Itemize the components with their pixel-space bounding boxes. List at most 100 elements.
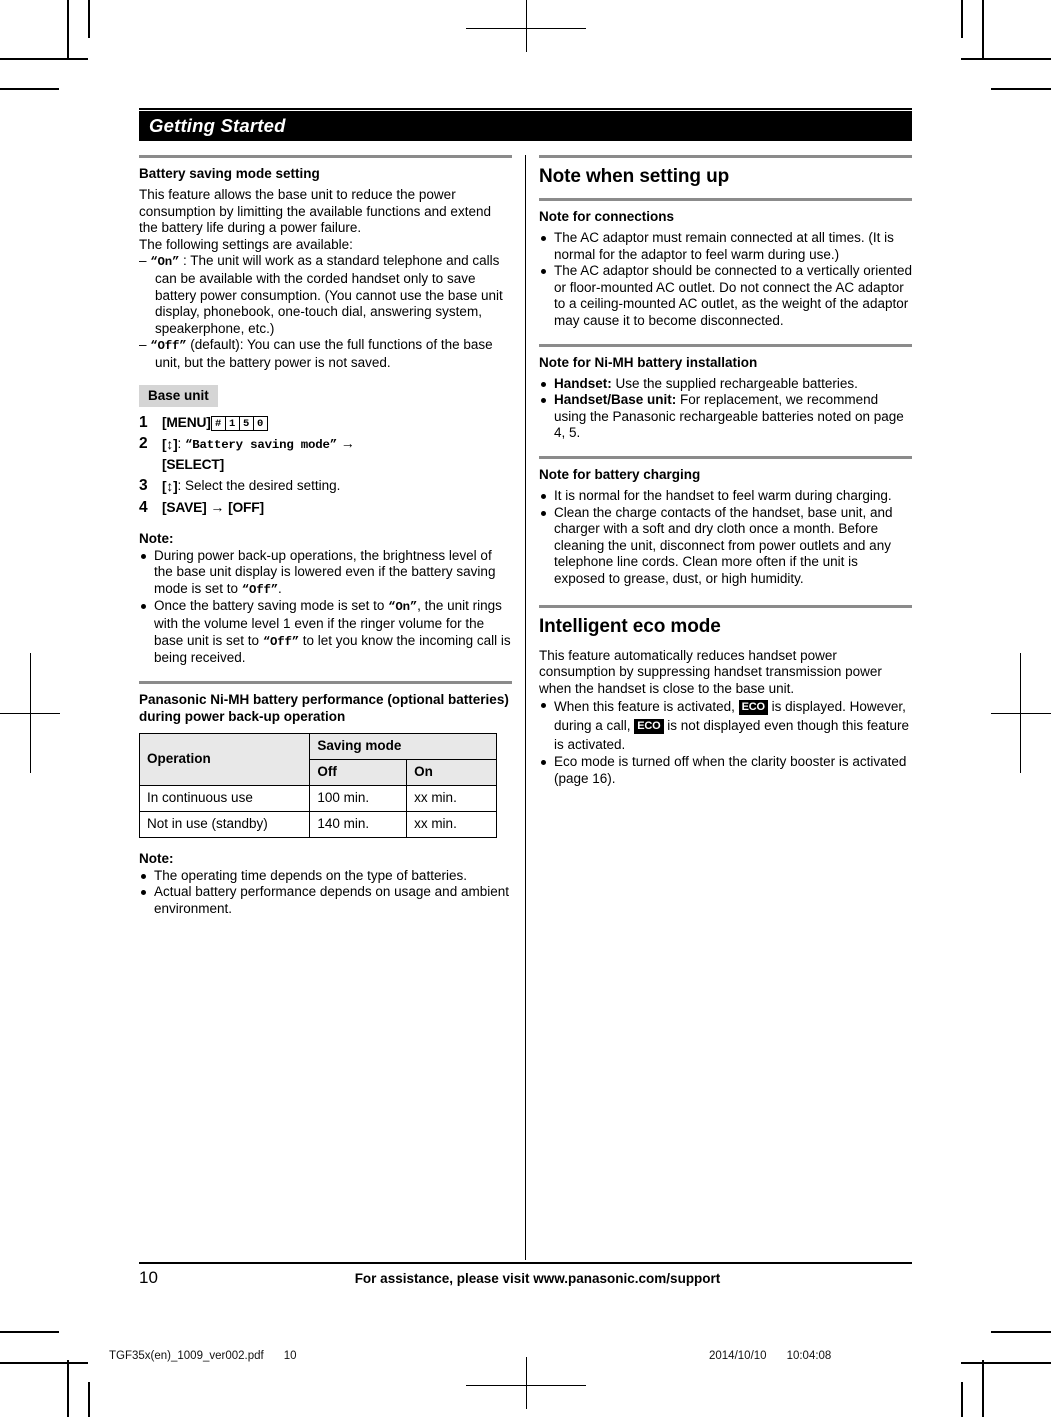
menu-key-label: [MENU] (162, 414, 211, 430)
cell-off-0: 100 min. (309, 784, 408, 812)
connections-notes-list: The AC adaptor must remain connected at … (539, 230, 912, 330)
chapter-top-rule (139, 108, 912, 110)
registration-mark-right (991, 653, 1051, 773)
charging-note-2-text: Clean the charge contacts of the handset… (554, 504, 893, 586)
bullet-dot-icon (541, 398, 546, 404)
crop-mark-bottom-left-vertical (67, 1360, 69, 1417)
select-key-label: [SELECT] (162, 456, 225, 472)
crop-mark-top-right-inner-horizontal (961, 58, 1051, 60)
right-section-rule (539, 155, 912, 158)
step-4-arrow-icon: → (210, 498, 225, 515)
cell-operation-0: In continuous use (138, 784, 311, 812)
base-unit-tag: Base unit (139, 384, 218, 407)
settings-options-list: – “On” : The unit will work as a standar… (139, 253, 512, 371)
step-2-number: 2 (139, 434, 148, 452)
option-on: – “On” : The unit will work as a standar… (139, 253, 512, 337)
charging-notes-list: It is normal for the handset to feel war… (539, 488, 912, 588)
eco-notes-list: When this feature is activated, ECO is d… (539, 697, 912, 787)
bullet-dot-icon (141, 873, 146, 879)
note-for-connections-heading: Note for connections (539, 209, 675, 224)
crop-mark-top-right-inner-vertical (961, 0, 963, 38)
option-dash: – (139, 253, 147, 269)
table-row: In continuous use 100 min. xx min. (138, 784, 497, 812)
bullet-dot-icon (141, 890, 146, 896)
note-1-item-1: During power back-up operations, the bri… (139, 548, 512, 599)
nimh-rule (539, 343, 912, 347)
note-2-1-text: The operating time depends on the type o… (154, 867, 467, 883)
eco-intro-paragraph: This feature automatically reduces hands… (539, 647, 882, 696)
connections-note-1-text: The AC adaptor must remain connected at … (554, 230, 894, 262)
charging-rule (539, 455, 912, 459)
navigator-updown-key-icon: [↕] (162, 436, 178, 452)
registration-mark-left (0, 653, 60, 773)
keypad-0-icon: 0 (252, 415, 268, 431)
crop-mark-bottom-left-inner-vertical (88, 1382, 90, 1417)
charging-note-2: Clean the charge contacts of the handset… (539, 505, 912, 588)
crop-mark-top-left-inner-horizontal (0, 58, 88, 60)
column-divider (525, 155, 526, 1260)
crop-mark-top-right-vertical (982, 0, 984, 59)
bullet-dot-icon (141, 604, 146, 610)
step-3-number: 3 (139, 476, 148, 494)
option-on-text: : The unit will work as a standard telep… (155, 253, 503, 336)
step-2-arrow-icon: → (340, 434, 355, 451)
bullet-dot-icon (541, 510, 546, 516)
battery-performance-heading: Panasonic Ni-MH battery performance (opt… (139, 691, 509, 724)
note-2-item-2: Actual battery performance depends on us… (139, 884, 512, 917)
eco-note-2: Eco mode is turned off when the clarity … (539, 754, 912, 787)
battery-saving-intro: This feature allows the base unit to red… (139, 187, 491, 236)
bullet-dot-icon (541, 493, 546, 499)
header-operation: Operation (138, 732, 311, 786)
print-slug-right: 2014/10/10 10:04:08 (709, 1350, 831, 1362)
crop-mark-bottom-right-horizontal (991, 1331, 1051, 1333)
bullet-dot-icon (541, 703, 546, 709)
crop-mark-top-left-horizontal (0, 88, 59, 90)
nimh-note-2: Handset/Base unit: For replacement, we r… (539, 392, 912, 442)
nimh-installation-heading: Note for Ni-MH battery installation (539, 354, 758, 370)
two-column-layout: Battery saving mode setting This feature… (138, 155, 912, 1260)
option-dash-2: – (139, 337, 147, 353)
footer-row: 10 For assistance, please visit www.pana… (139, 1264, 912, 1288)
connections-note-1: The AC adaptor must remain connected at … (539, 230, 912, 263)
note-2-2-text: Actual battery performance depends on us… (154, 884, 509, 916)
keypad-1-icon: 1 (224, 415, 240, 431)
procedure-steps: 1 [MENU] #1 5 0 2 [↕]: “Battery saving mode… (139, 413, 512, 517)
left-column: Battery saving mode setting This feature… (138, 155, 525, 917)
slug-time: 10:04:08 (786, 1350, 832, 1362)
step-4: 4 [SAVE] → [OFF] (139, 498, 512, 517)
header-off: Off (309, 758, 408, 786)
connections-note-2: The AC adaptor should be connected to a … (539, 263, 912, 329)
note-1-1-c: . (277, 580, 282, 596)
eco-note-2-text: Eco mode is turned off when the clarity … (554, 754, 907, 786)
option-off-text: (default): You can use the full function… (155, 337, 493, 370)
crop-mark-bottom-right-inner-horizontal (961, 1362, 1051, 1364)
crop-mark-bottom-right-vertical (982, 1360, 984, 1417)
crop-mark-bottom-right-inner-vertical (961, 1382, 963, 1417)
note-label-2: Note: (139, 850, 174, 866)
slug-filename: TGF35x(en)_1009_ver002.pdf (109, 1350, 264, 1362)
note-label-1: Note: (139, 530, 174, 546)
page-number: 10 (139, 1267, 158, 1287)
bullet-dot-icon (541, 269, 546, 275)
eco-rule (539, 604, 912, 608)
page-content: Getting Started Battery saving mode sett… (138, 108, 912, 1268)
nimh-note-1-text: Use the supplied rechargeable batteries. (611, 375, 858, 391)
bullet-dot-icon (541, 236, 546, 241)
option-on-value: “On” (150, 255, 180, 270)
print-slug-left: TGF35x(en)_1009_ver002.pdf 10 (109, 1350, 297, 1362)
step-1-number: 1 (139, 413, 148, 431)
option-off-value: “Off” (150, 339, 187, 354)
note-when-setting-up-heading: Note when setting up (539, 166, 730, 187)
step-1: 1 [MENU] #1 5 0 (139, 413, 512, 432)
cell-operation-1: Not in use (standby) (138, 810, 311, 838)
right-column: Note when setting up Note for connection… (525, 155, 912, 917)
battery-charging-heading: Note for battery charging (539, 466, 701, 482)
note-1-2-d: “Off” (262, 634, 299, 649)
cell-off-1: 140 min. (309, 810, 408, 838)
cell-on-1: xx min. (406, 810, 497, 838)
save-key-label: [SAVE] (162, 499, 207, 515)
step-2-content: [↕]: “Battery saving mode” → [SELECT] (162, 434, 512, 474)
page-footer: 10 For assistance, please visit www.pana… (139, 1262, 912, 1288)
crop-mark-bottom-left-horizontal (0, 1331, 59, 1333)
bullet-dot-icon (141, 553, 146, 559)
